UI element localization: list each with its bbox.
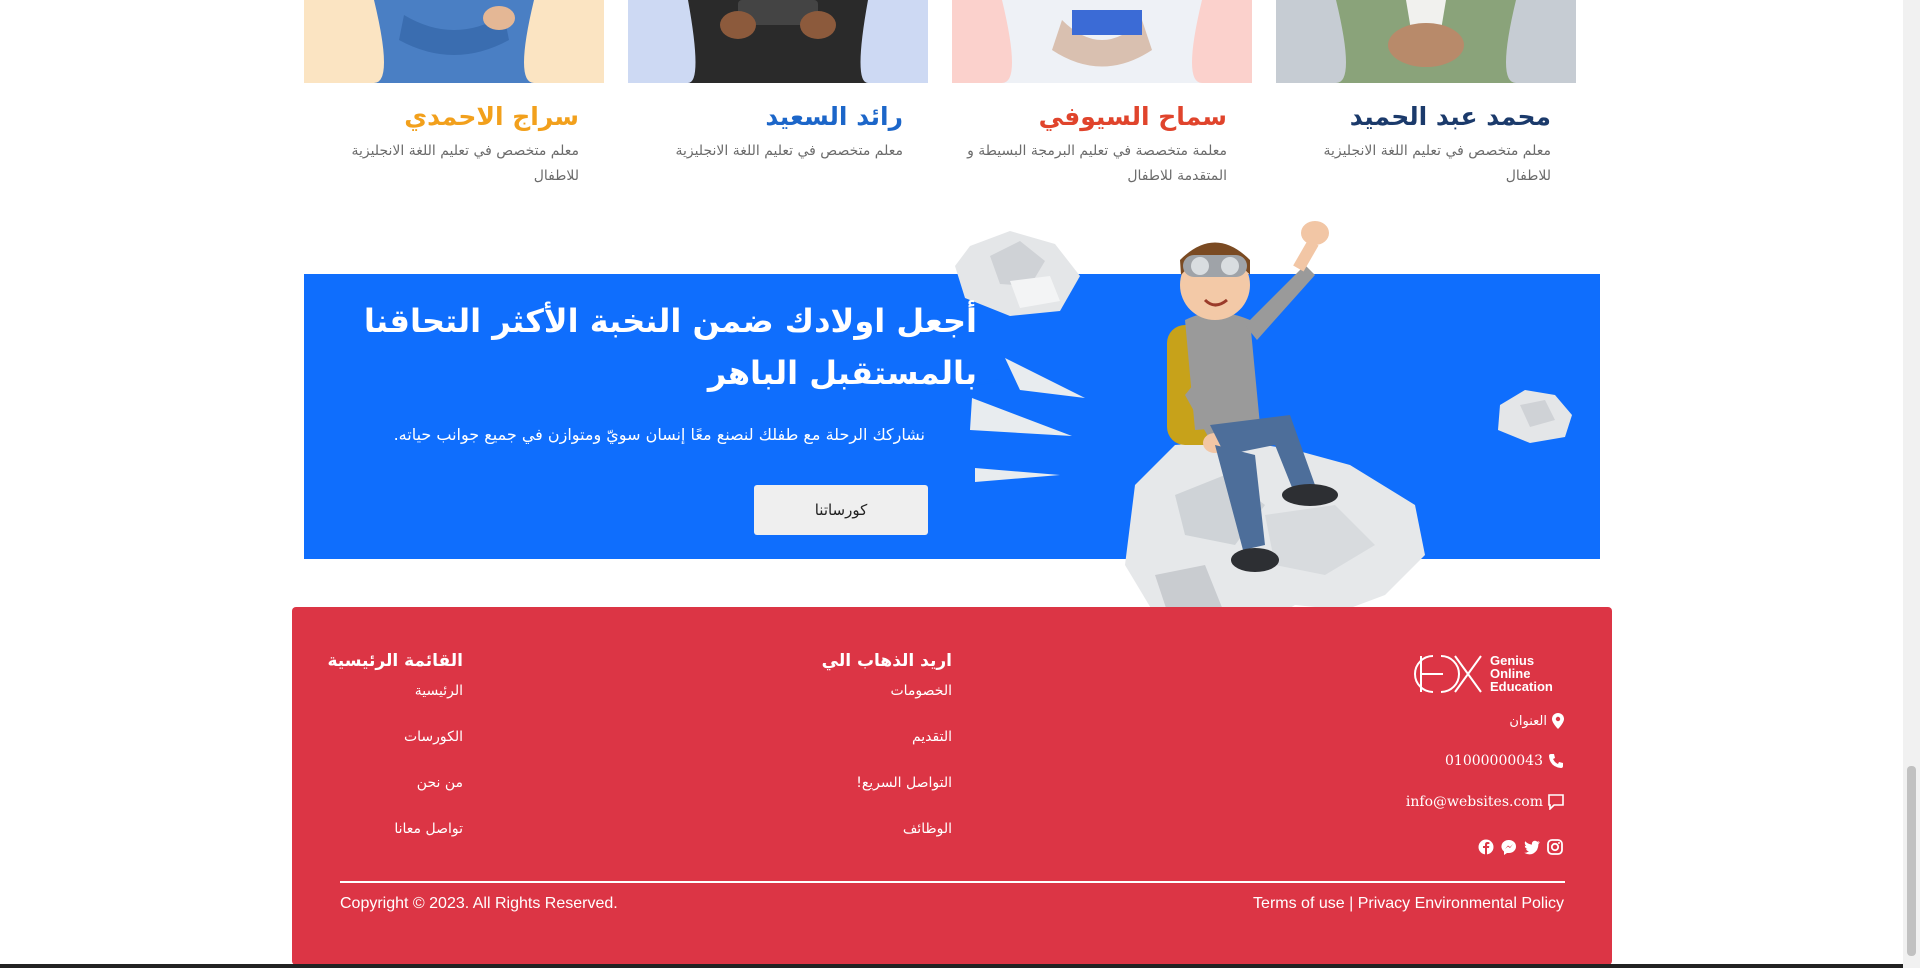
terms-of-use-link[interactable]: Terms of use	[1253, 895, 1345, 912]
teacher-figure	[374, 0, 534, 83]
footer-link-discounts[interactable]: الخصومات	[890, 683, 952, 699]
phone-icon	[1549, 754, 1563, 768]
footer-link-about[interactable]: من نحن	[417, 775, 463, 791]
phone-number[interactable]: 01000000043	[1445, 753, 1543, 769]
teacher-name: محمد عبد الحميد	[1349, 102, 1551, 131]
policy-links: Terms of use | Privacy Environmental Pol…	[1253, 895, 1564, 913]
teacher-name: رائد السعيد	[765, 102, 903, 131]
boy-on-cloud-illustration	[1125, 221, 1425, 655]
footer-link-courses[interactable]: الكورسات	[404, 729, 463, 745]
policy-separator: |	[1349, 895, 1354, 912]
main-menu-column-title: القائمة الرئيسية	[327, 651, 464, 671]
banner-subtitle: نشاركك الرحلة مع طفلك لنصنع معًا إنسان س…	[393, 425, 925, 444]
window-bottom-edge	[0, 964, 1903, 968]
footer-link-contact-us[interactable]: تواصل معانا	[394, 821, 463, 837]
teacher-photo	[304, 0, 604, 83]
footer-link-apply[interactable]: التقديم	[912, 729, 952, 745]
address-text: العنوان	[1509, 713, 1547, 729]
teacher-description: معلم متخصص في تعليم اللغة الانجليزية	[675, 143, 903, 159]
phone-row[interactable]: 01000000043	[1445, 753, 1564, 769]
footer-divider	[340, 881, 1565, 883]
instagram-icon[interactable]	[1547, 839, 1563, 855]
address-row: العنوان	[1509, 713, 1564, 729]
teacher-photo	[952, 0, 1252, 83]
teacher-photo	[1276, 0, 1576, 83]
footer-link-quick-contact[interactable]: التواصل السريع!	[856, 775, 952, 791]
email-row[interactable]: info@websites.com	[1406, 794, 1564, 810]
footer-link-home[interactable]: الرئيسية	[415, 683, 463, 699]
teacher-figure	[688, 0, 868, 83]
messenger-icon[interactable]	[1501, 839, 1517, 855]
teacher-photo	[628, 0, 928, 83]
social-icons	[1478, 839, 1566, 855]
teacher-description: معلمة متخصصة في تعليم البرمجة البسيطة و …	[967, 143, 1227, 184]
banner-title: أجعل اولادك ضمن النخبة الأكثر التحاقنا ب…	[363, 302, 977, 392]
teacher-description: معلم متخصص في تعليم اللغة الانجليزية للا…	[351, 143, 579, 184]
scrollbar-thumb[interactable]	[1907, 766, 1916, 956]
geo-logo-mark-icon	[1414, 655, 1482, 693]
teacher-figure	[1002, 0, 1202, 83]
teacher-description: معلم متخصص في تعليم اللغة الانجليزية للا…	[1323, 143, 1551, 184]
facebook-icon[interactable]	[1478, 839, 1494, 855]
paper-cloud-right-illustration	[1498, 390, 1572, 443]
message-icon	[1548, 794, 1564, 810]
footer-link-jobs[interactable]: الوظائف	[903, 821, 952, 837]
twitter-icon[interactable]	[1524, 839, 1540, 855]
location-pin-icon	[1552, 713, 1564, 729]
teacher-figure	[1336, 0, 1516, 83]
teacher-name: سماح السيوفي	[1038, 102, 1227, 131]
our-courses-button[interactable]: كورساتنا	[754, 485, 928, 535]
logo-text-line3: Education	[1490, 679, 1553, 694]
genius-online-education-logo[interactable]: Genius Online Education	[1403, 652, 1566, 697]
goto-column-title: اريد الذهاب الي	[821, 651, 952, 671]
copyright-text: Copyright © 2023. All Rights Reserved.	[340, 895, 618, 912]
email-address[interactable]: info@websites.com	[1406, 794, 1543, 810]
paper-planes-illustration	[960, 358, 1085, 482]
teacher-name: سراج الاحمدي	[404, 102, 579, 131]
privacy-policy-link[interactable]: Privacy Environmental Policy	[1358, 895, 1564, 912]
